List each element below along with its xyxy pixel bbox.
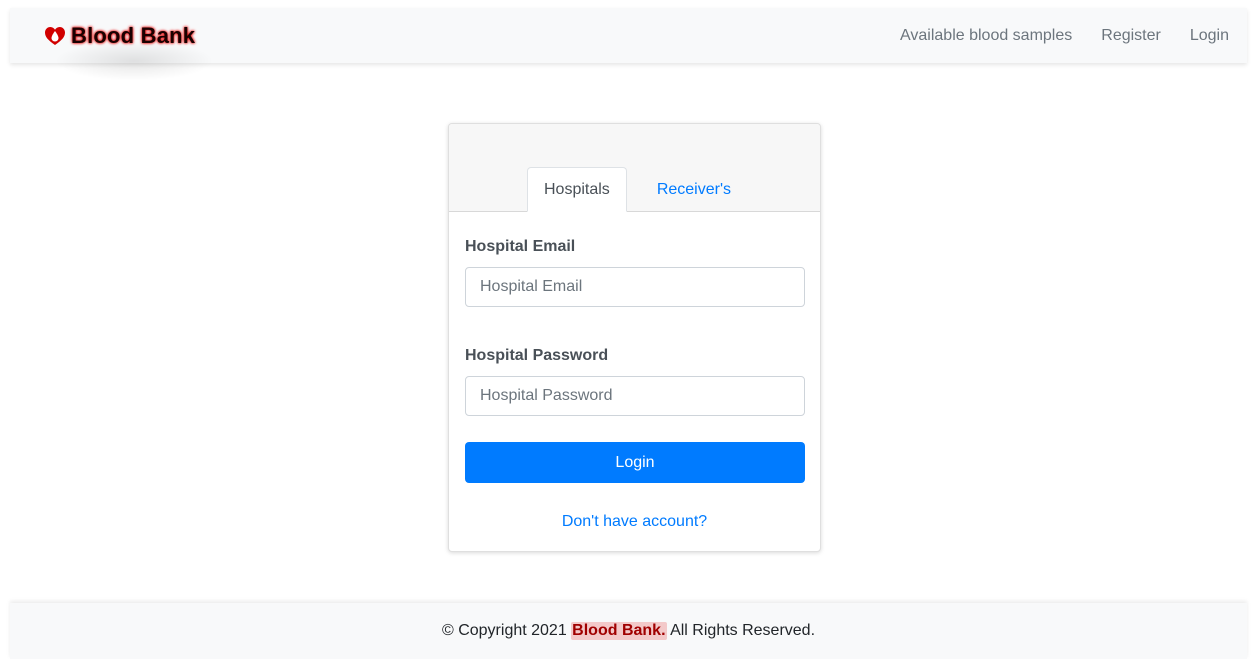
login-button[interactable]: Login — [465, 442, 805, 483]
nav-link-login[interactable]: Login — [1190, 27, 1229, 45]
login-tabs: Hospitals Receiver's — [527, 167, 748, 212]
nav-links: Available blood samples Register Login — [900, 27, 1229, 45]
tab-receivers[interactable]: Receiver's — [640, 167, 748, 212]
nav-link-register[interactable]: Register — [1101, 27, 1161, 45]
footer-copyright-prefix: © Copyright 2021 — [441, 622, 572, 639]
email-field[interactable] — [465, 267, 805, 307]
brand-logo[interactable]: Blood Bank — [44, 22, 215, 81]
nav-link-available-blood-samples[interactable]: Available blood samples — [900, 27, 1072, 45]
password-field[interactable] — [465, 376, 805, 416]
navbar: Blood Bank Available blood samples Regis… — [10, 8, 1247, 81]
footer-copyright-suffix: All Rights Reserved. — [666, 622, 816, 639]
footer-brand: Blood Bank. — [571, 622, 667, 640]
login-card: Hospitals Receiver's Hospital Email Hosp… — [448, 123, 821, 552]
brand-name: Blood Bank — [71, 22, 196, 48]
signup-link[interactable]: Don't have account? — [465, 513, 804, 531]
tab-hospitals[interactable]: Hospitals — [527, 167, 627, 212]
page: Blood Bank Available blood samples Regis… — [0, 0, 1255, 659]
card-header: Hospitals Receiver's — [449, 124, 820, 212]
password-group: Hospital Password — [465, 347, 805, 416]
footer: © Copyright 2021 Blood Bank. All Rights … — [10, 603, 1247, 659]
email-group: Hospital Email — [465, 238, 805, 307]
password-label: Hospital Password — [465, 347, 609, 364]
heart-drop-icon — [45, 26, 65, 45]
email-label: Hospital Email — [465, 238, 576, 255]
login-form: Hospital Email Hospital Password Login D… — [449, 212, 820, 531]
